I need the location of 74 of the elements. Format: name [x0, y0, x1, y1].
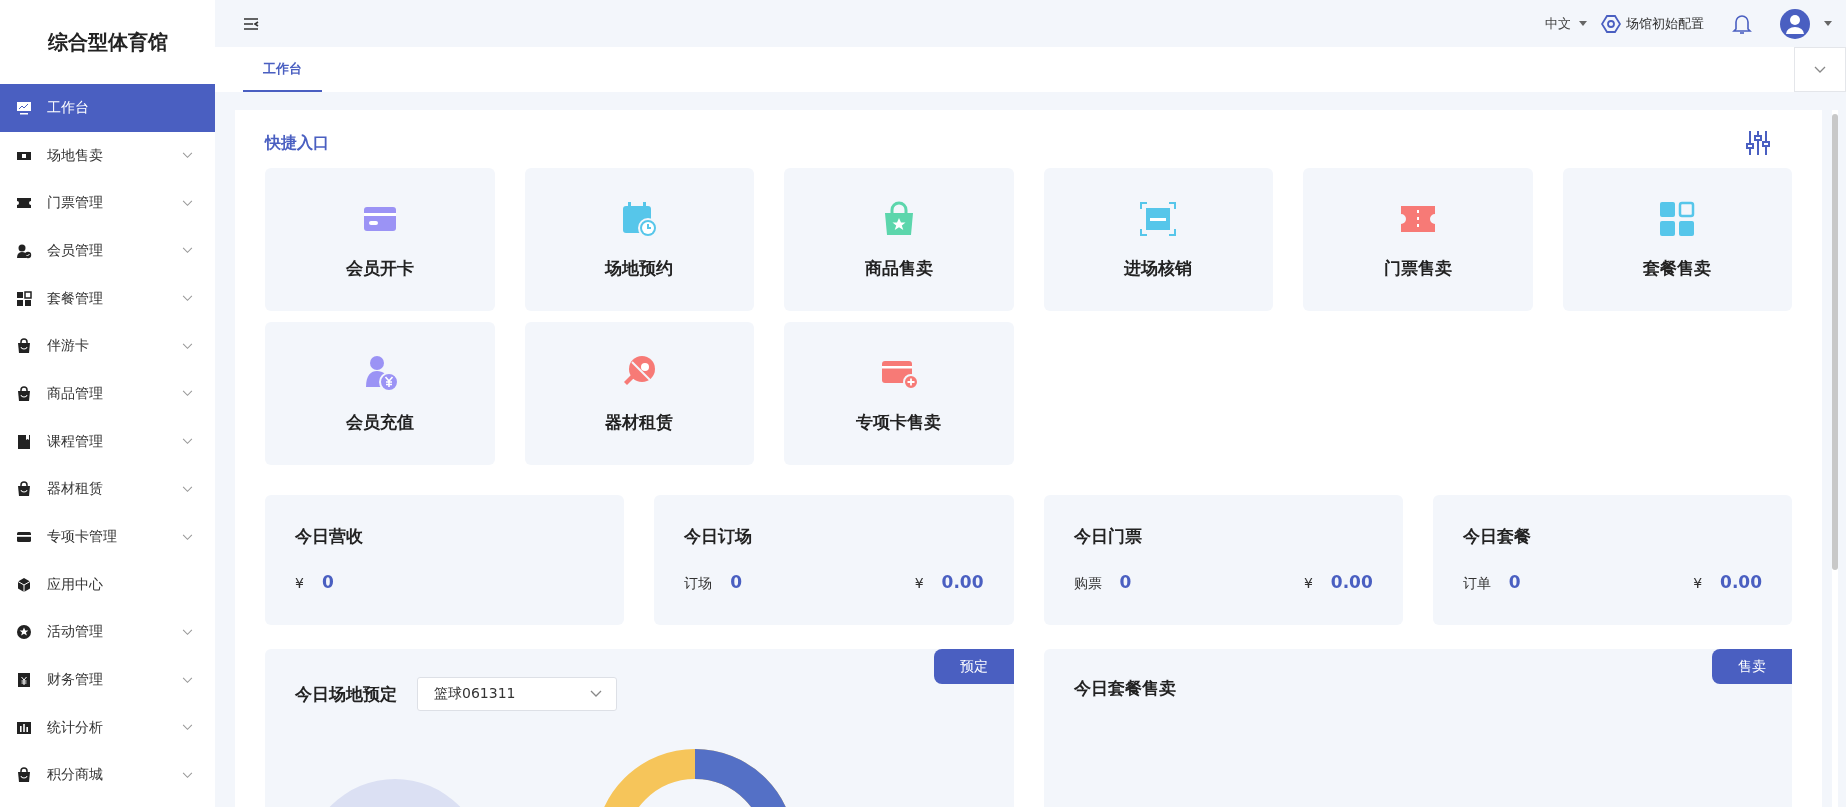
sliders-icon[interactable]	[1746, 130, 1770, 156]
stat-label: ¥	[1693, 575, 1703, 591]
chevron-down-icon	[590, 690, 602, 698]
stat-label: ¥	[1303, 575, 1313, 591]
bag-icon	[16, 385, 32, 402]
caret-down-icon	[1579, 21, 1587, 26]
sidebar-item[interactable]: 应用中心	[0, 560, 215, 609]
sidebar-item[interactable]: 商品管理	[0, 370, 215, 418]
user-check-icon	[16, 242, 32, 259]
chevron-down-icon	[1814, 65, 1826, 74]
sidebar-item[interactable]: 活动管理	[0, 608, 215, 657]
caret-down-icon	[1824, 21, 1832, 26]
bar-chart-icon	[16, 719, 32, 736]
app-title: 综合型体育馆	[46, 28, 169, 56]
hexagon-settings-icon	[1601, 13, 1621, 34]
shortcut-button[interactable]: 会员充值	[265, 322, 495, 465]
stat-value: 0.00	[1330, 572, 1373, 592]
sell-button[interactable]: 售卖	[1712, 649, 1792, 684]
stat-label: 订单	[1462, 575, 1491, 593]
sidebar-item[interactable]: 课程管理	[0, 417, 215, 466]
stat-title: 今日订场	[684, 525, 754, 548]
sidebar-item[interactable]: 财务管理	[0, 656, 215, 704]
venue-select[interactable]: 篮球061311	[417, 677, 617, 711]
shortcut-button[interactable]: 会员开卡	[265, 168, 495, 311]
stat-value: 0.00	[941, 572, 984, 592]
stat-value: 0.00	[1720, 572, 1762, 592]
sidebar-item[interactable]: 统计分析	[0, 703, 215, 752]
bag-icon	[16, 338, 32, 355]
stat-value: 0	[730, 572, 743, 592]
sidebar-item[interactable]: 工作台	[0, 84, 215, 132]
sidebar-item[interactable]: 器材租赁	[0, 465, 215, 514]
sidebar-item[interactable]: 场地售卖	[0, 131, 215, 180]
stat-title: 今日套餐	[1462, 525, 1532, 548]
stat-title: 今日门票	[1073, 525, 1143, 548]
stat-title: 今日营收	[295, 525, 364, 548]
bag-icon	[16, 767, 32, 784]
venue-config-link[interactable]: 场馆初始配置	[1626, 14, 1704, 33]
stat-value: 0	[1508, 572, 1521, 592]
stat-value: 0	[1119, 572, 1132, 592]
shortcut-button[interactable]: 套餐售卖	[1562, 168, 1792, 311]
bell-icon[interactable]	[1732, 12, 1752, 35]
scan-icon	[1138, 199, 1179, 239]
shortcut-button[interactable]: 进场核销	[1043, 168, 1273, 311]
shortcut-button[interactable]: 场地预约	[524, 168, 754, 311]
stat-value: 0	[321, 572, 334, 592]
book-icon	[16, 433, 32, 450]
language-selector[interactable]: 中文	[1545, 14, 1571, 33]
stat-label: 订场	[684, 575, 713, 593]
sidebar-item[interactable]: 会员管理	[0, 227, 215, 275]
shortcut-button[interactable]: 专项卡售卖	[784, 322, 1014, 465]
shortcut-button[interactable]: 门票售卖	[1303, 168, 1533, 311]
panel-title: 今日套餐售卖	[1073, 678, 1176, 698]
stat-label: 购票	[1073, 575, 1102, 593]
shortcut-button[interactable]: 商品售卖	[784, 168, 1014, 311]
cube-icon	[16, 576, 32, 593]
sidebar-item[interactable]: 伴游卡	[0, 322, 215, 371]
sidebar-item[interactable]: 门票管理	[0, 179, 215, 228]
panel-title: 今日场地预定	[295, 682, 397, 706]
book-button[interactable]: 预定	[933, 649, 1014, 684]
scrollbar-thumb[interactable]	[1832, 114, 1838, 570]
monitor-icon	[16, 99, 32, 116]
shortcut-button[interactable]: 器材租赁	[524, 322, 754, 465]
menu-fold-icon[interactable]	[243, 16, 259, 31]
sidebar-item[interactable]: 积分商城	[0, 751, 215, 800]
stat-label: ¥	[295, 575, 304, 591]
section-title: 快捷入口	[265, 132, 329, 154]
sidebar-item[interactable]: 套餐管理	[0, 274, 215, 323]
yuan-box-icon	[16, 672, 32, 689]
bag-icon	[16, 481, 32, 498]
grid-icon	[16, 290, 32, 307]
sidebar-item[interactable]: 专项卡管理	[0, 513, 215, 561]
stat-label: ¥	[914, 575, 924, 591]
avatar-icon[interactable]	[1780, 8, 1810, 39]
tab[interactable]: 工作台	[243, 47, 322, 92]
